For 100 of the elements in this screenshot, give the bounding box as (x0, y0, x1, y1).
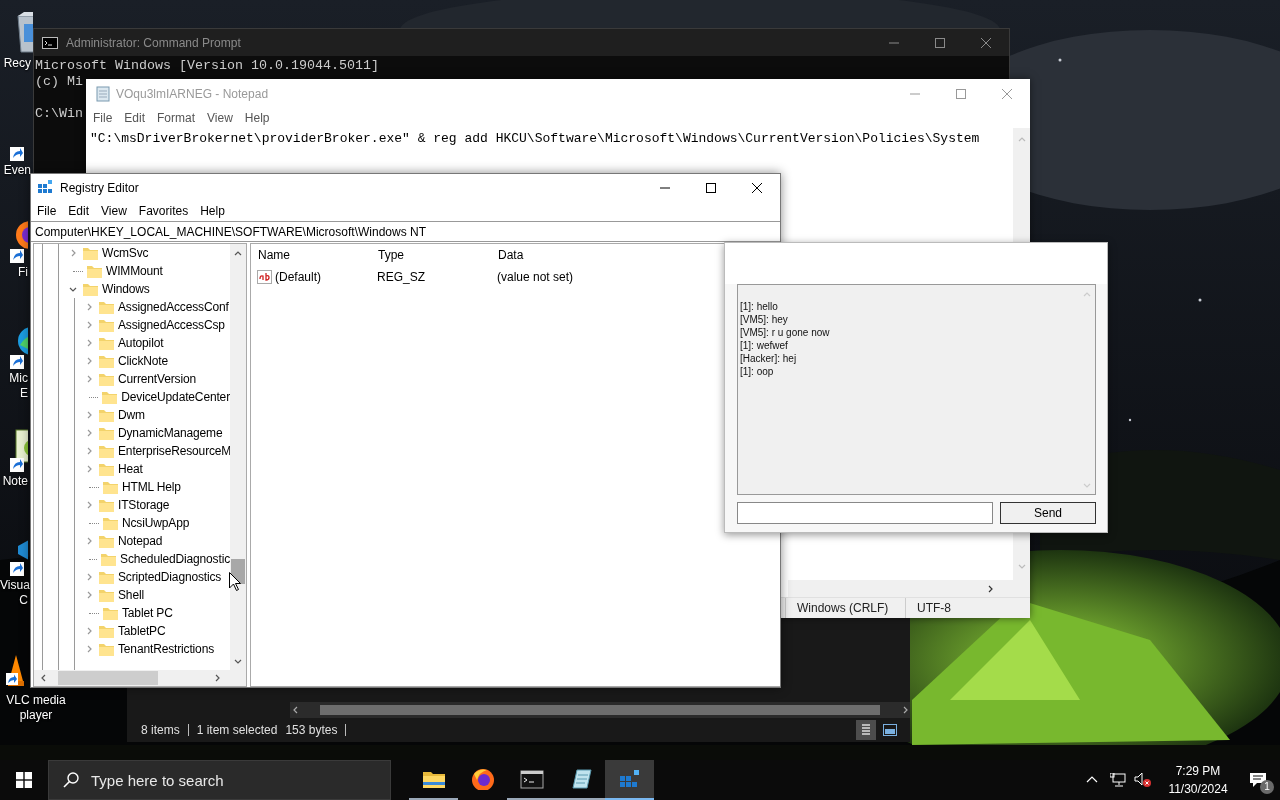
console-line: (c) Mi (35, 74, 83, 90)
chat-message: [1]: wefwef (740, 339, 789, 352)
icon-label: C (18, 593, 28, 608)
column-header[interactable]: Type (378, 248, 498, 262)
folder-icon (99, 318, 114, 332)
tree-item[interactable]: AssignedAccessConf (34, 298, 230, 316)
status-text: 1 item selected (196, 723, 279, 737)
folder-icon (103, 606, 118, 620)
speaker-icon[interactable] (1134, 772, 1152, 788)
window-title: VOqu3lmIARNEG - Notepad (116, 86, 270, 101)
send-button[interactable]: Send (1000, 502, 1096, 524)
folder-icon (99, 372, 114, 386)
chat-message: [VM5]: hey (740, 313, 789, 326)
menu-item[interactable]: Edit (62, 204, 96, 218)
menu-item[interactable]: Help (238, 111, 276, 125)
message-input[interactable] (737, 502, 993, 524)
details-view-icon (860, 723, 872, 737)
search-input[interactable]: Type here to search (91, 771, 371, 789)
menu-item[interactable]: File (31, 204, 63, 218)
folder-icon (99, 336, 114, 350)
tree-item[interactable]: TabletPC (34, 622, 230, 640)
tree-item[interactable]: CurrentVersion (34, 370, 230, 388)
value-data: (value not set) (497, 270, 574, 284)
tree-item[interactable]: TenantRestrictions (34, 640, 230, 658)
folder-icon (99, 498, 114, 512)
column-header[interactable]: Data (498, 248, 618, 262)
address-field[interactable]: Computer\HKEY_LOCAL_MACHINE\SOFTWARE\Microsoft\Windows NT (31, 221, 780, 242)
window-title: Registry Editor (60, 180, 140, 195)
folder-icon (99, 354, 114, 368)
tree-item[interactable]: EnterpriseResourceM (34, 442, 230, 460)
clock-button[interactable]: 7:29 PM 11/30/2024 (1160, 762, 1236, 798)
tree-item[interactable]: ITStorage (34, 496, 230, 514)
tree-item[interactable]: Windows (34, 280, 230, 298)
tree-item[interactable]: ScriptedDiagnostics (34, 568, 230, 586)
tree-item[interactable]: Autopilot (34, 334, 230, 352)
console-prompt: C:\Win (35, 106, 83, 122)
tree-item[interactable]: ScheduledDiagnostic (34, 550, 230, 568)
folder-icon (99, 444, 114, 458)
notepad-icon (95, 85, 111, 102)
folder-icon (83, 246, 98, 260)
registry-icon (37, 179, 54, 196)
search-field[interactable]: Type here to search (48, 760, 391, 800)
close-icon (981, 37, 991, 48)
menu-item[interactable]: Favorites (132, 204, 195, 218)
maximize-icon (956, 88, 966, 99)
tree-item[interactable]: NcsiUwpApp (34, 514, 230, 532)
tree-item[interactable]: DeviceUpdateCenter (34, 388, 230, 406)
string-value-icon (257, 270, 272, 284)
status-text: UTF-8 (917, 601, 951, 615)
icon-label: VLC media (5, 693, 67, 708)
status-text: Windows (CRLF) (797, 601, 889, 615)
browser-icon (470, 768, 495, 790)
menu-item[interactable]: View (201, 111, 239, 125)
folder-icon (103, 480, 118, 494)
menu-item[interactable]: Edit (118, 111, 152, 125)
value-name: (Default) (275, 270, 321, 284)
tree-item[interactable]: ClickNote (34, 352, 230, 370)
menu-item[interactable]: Format (151, 111, 202, 125)
menu-item[interactable]: View (95, 204, 133, 218)
folder-icon (103, 516, 118, 530)
tree-item[interactable]: Heat (34, 460, 230, 478)
icon-label: Recy (2, 56, 31, 71)
tree-item[interactable]: Tablet PC (34, 604, 230, 622)
tree-item[interactable]: Dwm (34, 406, 230, 424)
terminal-icon (42, 36, 58, 49)
menu-item[interactable]: File (87, 111, 119, 125)
window-title: Administrator: Command Prompt (66, 35, 242, 50)
tree-item[interactable]: HTML Help (34, 478, 230, 496)
folder-icon (99, 588, 114, 602)
tree-item[interactable]: DynamicManageme (34, 424, 230, 442)
close-icon (1002, 88, 1012, 99)
status-text: 153 bytes (285, 723, 339, 737)
scroll-thumb[interactable] (58, 671, 158, 685)
folder-icon (99, 642, 114, 656)
maximize-icon (935, 37, 945, 48)
folder-icon (99, 426, 114, 440)
folder-icon (99, 300, 114, 314)
tree-item[interactable]: WcmSvc (34, 244, 230, 262)
cursor-icon (229, 572, 241, 591)
tree-item[interactable]: Shell (34, 586, 230, 604)
icon-label: Fi (17, 265, 28, 280)
folder-icon (99, 570, 114, 584)
folder-icon (99, 462, 114, 476)
folder-icon (99, 534, 114, 548)
value-type: REG_SZ (377, 270, 426, 284)
status-text: 8 items (141, 723, 181, 737)
tree-item[interactable]: AssignedAccessCsp (34, 316, 230, 334)
menu-item[interactable]: Help (194, 204, 231, 218)
tree-item[interactable]: WIMMount (34, 262, 230, 280)
view-button[interactable] (856, 720, 876, 740)
icon-label: E (19, 386, 28, 401)
icon-label: player (18, 708, 54, 723)
maximize-icon (706, 182, 716, 193)
search-icon (63, 772, 79, 788)
network-icon[interactable] (1110, 773, 1126, 787)
column-header[interactable]: Name (258, 248, 378, 262)
tree-item[interactable]: Notepad (34, 532, 230, 550)
console-line: Microsoft Windows [Version 10.0.19044.5011] (35, 58, 379, 74)
registry-icon (617, 768, 642, 790)
icon-label: Note (1, 474, 28, 489)
